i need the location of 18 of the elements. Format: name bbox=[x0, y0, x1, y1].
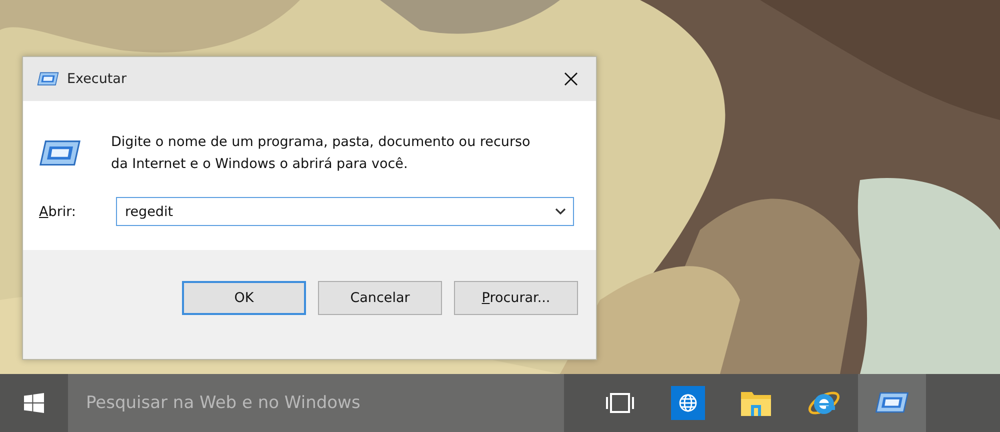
open-label: Abrir: bbox=[39, 204, 77, 220]
dropdown-caret-icon[interactable] bbox=[555, 208, 566, 215]
run-icon bbox=[39, 140, 81, 166]
description-text: Digite o nome de um programa, pasta, documento ou recurso da Internet e o Windows o abrirá para você. bbox=[111, 133, 531, 174]
dialog-button[interactable]: OK bbox=[182, 280, 306, 314]
close-icon bbox=[564, 72, 578, 86]
folder-icon bbox=[740, 389, 772, 417]
task-view-icon bbox=[605, 392, 635, 414]
run-icon bbox=[37, 72, 59, 86]
dialog-button[interactable]: Procurar... bbox=[454, 280, 578, 314]
window-title: Executar bbox=[67, 71, 128, 87]
taskbar-button[interactable] bbox=[858, 374, 926, 432]
open-combobox[interactable]: regedit bbox=[116, 197, 574, 226]
windows-logo-icon bbox=[24, 393, 44, 413]
run-icon bbox=[875, 392, 909, 414]
dialog-button[interactable]: Cancelar bbox=[318, 280, 442, 314]
globe-icon bbox=[671, 386, 705, 420]
search-field[interactable]: Pesquisar na Web e no Windows bbox=[68, 374, 564, 432]
